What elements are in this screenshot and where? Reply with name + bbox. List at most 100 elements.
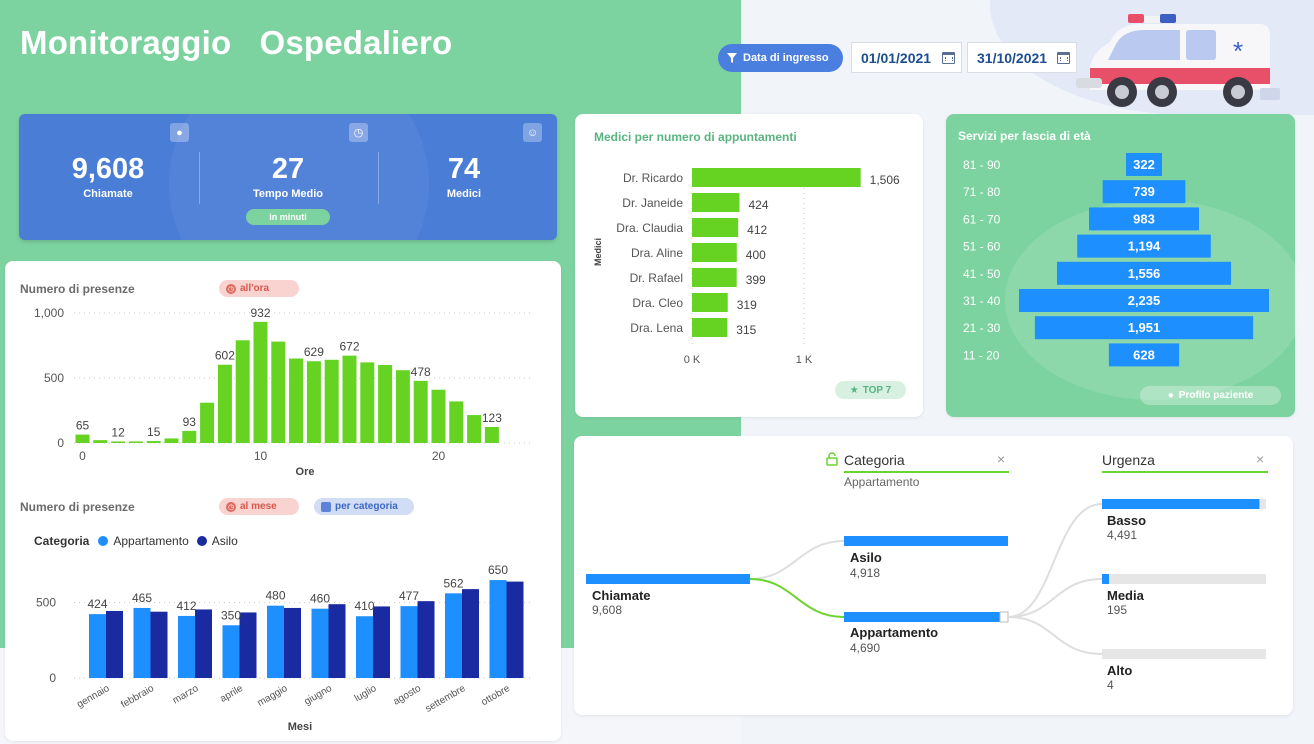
monthly-bar-asilo: [195, 609, 212, 678]
data-label: 478: [411, 365, 431, 379]
tree-node-alto-value: 4: [1107, 678, 1114, 692]
tree-node-appartamento-label[interactable]: Appartamento: [850, 625, 938, 640]
tree-bar-chiamate: [586, 574, 750, 584]
category-label: 11 - 20: [963, 348, 1000, 362]
hourly-bar: [93, 440, 108, 443]
calendar-icon[interactable]: [942, 51, 955, 64]
tree-node-basso-label[interactable]: Basso: [1107, 513, 1146, 528]
category-label: 31 - 40: [963, 294, 1001, 308]
hourly-bar: [235, 340, 250, 443]
hourly-bar: [289, 358, 304, 443]
tree-bar-appartamento: [844, 612, 1000, 622]
date-from-value: 01/01/2021: [861, 49, 932, 66]
legend-item-appartamento[interactable]: Appartamento: [113, 534, 188, 548]
data-label: 412: [176, 599, 196, 613]
monthly-bar-appartamento: [400, 606, 418, 678]
tree-node-alto-label[interactable]: Alto: [1107, 663, 1132, 678]
monthly-bar-asilo: [506, 581, 524, 678]
tree-expand-handle: [999, 611, 1009, 623]
data-label: 410: [354, 599, 374, 613]
calendar-icon[interactable]: [1057, 51, 1070, 64]
monthly-bar-asilo: [239, 612, 257, 678]
category-label: Dra. Claudia: [616, 221, 683, 235]
x-tick-label: aprile: [218, 683, 245, 705]
data-label: 400: [746, 248, 766, 262]
servizi-bar-chart: 81 - 90 322 71 - 80 739 61 - 70 983 51 - 60 1,1…: [963, 153, 1269, 367]
x-axis-title: Ore: [296, 466, 315, 478]
tree-node-chiamate-label[interactable]: Chiamate: [592, 588, 651, 603]
legend-swatch-appartamento: [98, 536, 109, 546]
hourly-bar: [449, 401, 464, 443]
y-tick-label: 500: [36, 596, 56, 610]
medici-bar: [692, 268, 737, 287]
svg-text:*: *: [1233, 36, 1243, 66]
y-axis-title: Medici: [593, 238, 603, 266]
clock-icon: ◷: [349, 123, 368, 142]
monthly-bar-appartamento: [267, 605, 284, 678]
category-label: 51 - 60: [963, 240, 1001, 254]
data-label: 602: [215, 349, 235, 363]
category-label: Dra. Cleo: [632, 296, 683, 310]
x-tick-label: agosto: [391, 683, 423, 708]
hourly-filter-pill[interactable]: ◷ all'ora: [219, 280, 299, 297]
y-tick-label: 0: [49, 671, 56, 685]
hourly-bar-chart: 1,000 500 0 65 12 15 93 602 932 629 672 478 123 0 10 20…: [34, 306, 534, 478]
monthly-bar-asilo: [106, 610, 123, 678]
data-label: 983: [1133, 211, 1155, 226]
medici-bar: [692, 318, 728, 337]
category-filter-pill[interactable]: per categoria: [314, 498, 414, 515]
tree-node-appartamento-value: 4,690: [850, 641, 881, 655]
y-tick-label: 500: [44, 371, 64, 385]
hourly-bar: [146, 441, 161, 443]
medici-bar-chart: 0 K 1 K Medici Dr. Ricardo 1,506 Dr. Janeide 4…: [593, 168, 900, 366]
tree-node-asilo-label[interactable]: Asilo: [850, 550, 882, 565]
category-label: Dr. Janeide: [622, 196, 683, 210]
date-to-input[interactable]: 31/10/2021: [967, 42, 1077, 73]
tree-bar-bg: [1102, 574, 1266, 584]
legend-item-asilo[interactable]: Asilo: [212, 534, 238, 548]
date-filter-button[interactable]: Data di ingresso: [718, 44, 843, 72]
monthly-pill-label: al mese: [240, 501, 277, 512]
top7-badge[interactable]: ★ TOP 7: [835, 381, 906, 399]
data-label: 1,194: [1128, 239, 1161, 254]
person-icon: ●: [1167, 390, 1174, 401]
monthly-filter-pill[interactable]: ◷ al mese: [219, 498, 299, 515]
data-label: 739: [1133, 184, 1155, 199]
data-label: 399: [746, 273, 766, 287]
clock-icon: ◷: [226, 283, 236, 294]
hourly-bar: [360, 362, 375, 443]
page-title: Monitoraggio Ospedaliero: [20, 24, 453, 61]
monthly-bar-appartamento: [356, 616, 373, 678]
monthly-bar-appartamento: [133, 607, 151, 678]
tree-node-media-label[interactable]: Media: [1107, 588, 1144, 603]
hourly-bar: [484, 427, 499, 443]
monthly-bar-appartamento: [489, 580, 507, 678]
hourly-bar: [253, 321, 268, 443]
hourly-bar: [75, 434, 90, 443]
monthly-bar-asilo: [417, 601, 435, 678]
tree-bar-bg: [1102, 649, 1266, 659]
category-label: 81 - 90: [963, 158, 1001, 172]
x-tick-label: ottobre: [480, 683, 513, 708]
date-to-value: 31/10/2021: [977, 49, 1048, 66]
monthly-bar-appartamento: [89, 614, 106, 678]
hourly-bar: [128, 441, 143, 443]
minutes-badge: in minuti: [246, 209, 330, 225]
legend-swatch-asilo: [196, 536, 207, 546]
date-from-input[interactable]: 01/01/2021: [851, 42, 962, 73]
medici-bar: [692, 218, 739, 237]
top7-label: TOP 7: [862, 384, 892, 396]
y-tick-label: 1,000: [34, 306, 64, 320]
tree-link: [1007, 616, 1103, 655]
kpi-value: 74: [447, 153, 481, 185]
data-label: 15: [147, 425, 161, 439]
medici-bar: [692, 168, 861, 187]
category-pill-label: per categoria: [335, 501, 398, 512]
data-label: 629: [304, 345, 324, 359]
users-icon: ☺: [523, 123, 542, 142]
profilo-paziente-button[interactable]: ● Profilo paziente: [1140, 386, 1281, 405]
x-tick-label: maggio: [256, 683, 290, 709]
hourly-bar: [413, 380, 428, 443]
kpi-medici: 74 Medici: [379, 152, 549, 200]
kpi-card: ● ◷ ☺ 9,608 Chiamate 27 Tempo Medio in m…: [19, 114, 557, 240]
